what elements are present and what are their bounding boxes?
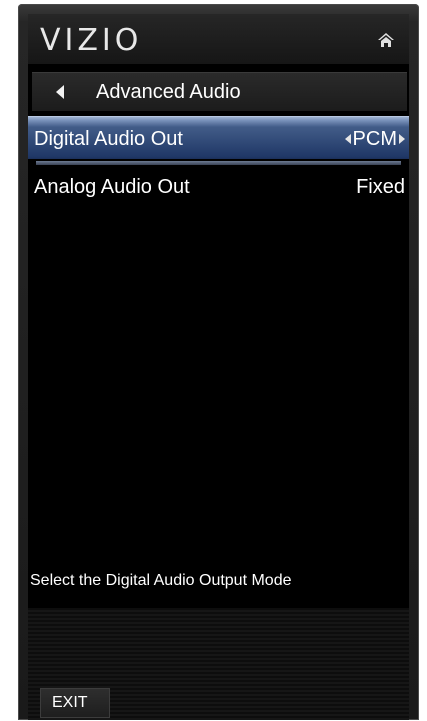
back-arrow-icon [56,85,64,99]
menu-item-label: Digital Audio Out [34,128,183,150]
menu-footer: EXIT [28,608,409,720]
tv-frame: VIZIO Advanced Audio Digital Audio Out P… [18,4,419,720]
digital-audio-out-selector[interactable]: PCM [344,128,405,150]
menu-item-value: PCM [352,128,397,150]
menu-item-digital-audio-out[interactable]: Digital Audio Out PCM [28,116,409,159]
home-icon[interactable] [377,32,395,48]
vizio-logo: VIZIO [40,23,143,58]
chevron-right-icon[interactable] [399,134,405,144]
breadcrumb-back-button[interactable]: Advanced Audio [32,72,407,111]
exit-button[interactable]: EXIT [40,688,110,718]
chevron-left-icon[interactable] [344,134,351,144]
menu-screen: VIZIO Advanced Audio Digital Audio Out P… [28,14,409,720]
help-text: Select the Digital Audio Output Mode [30,572,292,589]
menu-item-analog-audio-out[interactable]: Analog Audio Out Fixed [28,165,409,207]
menu-item-label: Analog Audio Out [34,176,190,198]
page-title: Advanced Audio [96,81,241,103]
menu-item-value: Fixed [356,176,405,198]
menu-header: VIZIO [28,14,409,64]
